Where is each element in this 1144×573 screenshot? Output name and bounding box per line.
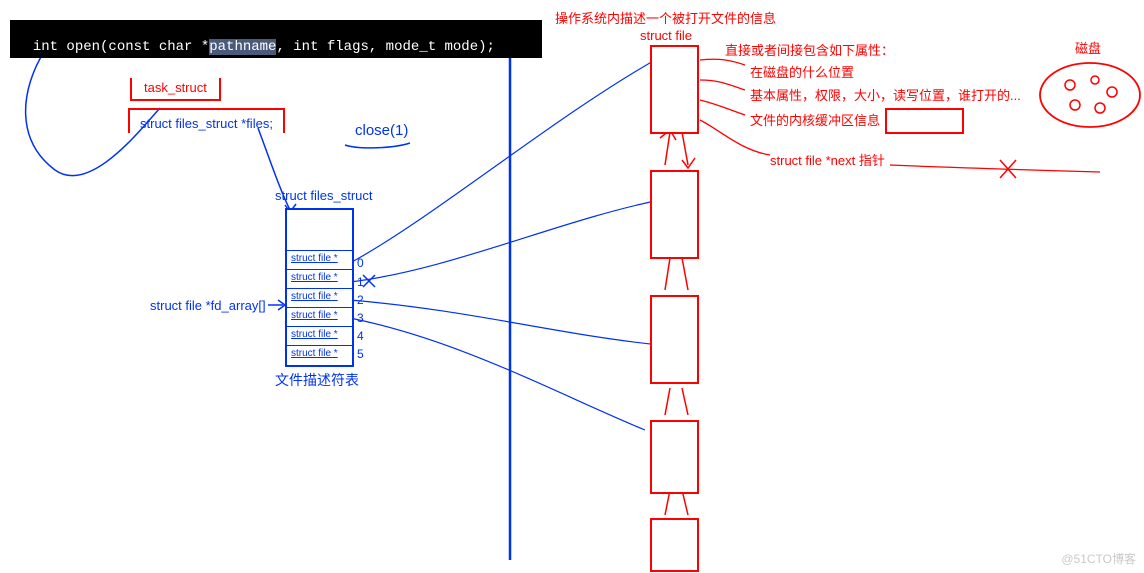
code-text-hl: pathname bbox=[209, 39, 276, 55]
fd-row-2: struct file * bbox=[287, 288, 352, 307]
fd-row-5: struct file * bbox=[287, 345, 352, 364]
task-struct-box: task_struct bbox=[130, 78, 221, 101]
fd-idx-3: 3 bbox=[357, 311, 364, 325]
disk-label: 磁盘 bbox=[1075, 38, 1101, 57]
next-ptr-label: struct file *next 指针 bbox=[770, 150, 885, 169]
task-struct-label: task_struct bbox=[144, 80, 207, 95]
fd-idx-2: 2 bbox=[357, 293, 364, 307]
buffer-to-disk-line bbox=[890, 165, 1100, 172]
x-mark-fd1 bbox=[363, 275, 375, 287]
fd-row-3: struct file * bbox=[287, 307, 352, 326]
attr1: 在磁盘的什么位置 bbox=[750, 62, 854, 81]
fd-idx-4: 4 bbox=[357, 329, 364, 343]
close1-underline bbox=[345, 143, 410, 148]
fd-idx-5: 5 bbox=[357, 347, 364, 361]
files-member-box: struct files_struct *files; bbox=[128, 108, 285, 133]
files-member-label: struct files_struct *files; bbox=[140, 116, 273, 131]
attr2: 基本属性，权限，大小，读写位置，谁打开的... bbox=[750, 85, 1021, 104]
attr3: 文件的内核缓冲区信息 bbox=[750, 110, 880, 129]
struct-file-box-1 bbox=[650, 45, 699, 134]
buffer-box bbox=[885, 108, 964, 134]
files-struct-box: struct file * struct file * struct file … bbox=[285, 208, 354, 367]
close1-label: close(1) bbox=[355, 122, 408, 139]
attrs-title: 直接或者间接包含如下属性： bbox=[725, 40, 894, 59]
arrow-fd3 bbox=[350, 318, 645, 430]
struct-file-box-5 bbox=[650, 518, 699, 572]
x-mark-disk-line bbox=[1000, 160, 1016, 178]
fd-row-0: struct file * bbox=[287, 250, 352, 269]
disk-ellipse bbox=[1040, 63, 1140, 127]
code-text-rest: , int flags, mode_t mode); bbox=[276, 39, 494, 55]
fd-row-4: struct file * bbox=[287, 326, 352, 345]
code-text-prefix: int open(const char * bbox=[33, 39, 209, 55]
code-snippet: int open(const char *pathname, int flags… bbox=[10, 20, 542, 58]
struct-file-label: struct file bbox=[640, 28, 692, 43]
struct-file-box-3 bbox=[650, 295, 699, 384]
arrow-fd1 bbox=[350, 200, 660, 282]
arrow-fd0 bbox=[350, 60, 655, 263]
fd-array-label: struct file *fd_array[] bbox=[150, 298, 266, 313]
struct-file-box-4 bbox=[650, 420, 699, 494]
fd-idx-1: 1 bbox=[357, 275, 364, 289]
watermark: @51CTO博客 bbox=[1061, 550, 1136, 567]
struct-file-box-2 bbox=[650, 170, 699, 259]
fd-idx-0: 0 bbox=[357, 256, 364, 270]
arrow-fd2 bbox=[350, 300, 660, 345]
os-file-desc-title: 操作系统内描述一个被打开文件的信息 bbox=[555, 8, 776, 27]
files-struct-label: struct files_struct bbox=[275, 188, 373, 203]
fd-row-1: struct file * bbox=[287, 269, 352, 288]
fd-table-caption: 文件描述符表 bbox=[275, 370, 359, 390]
